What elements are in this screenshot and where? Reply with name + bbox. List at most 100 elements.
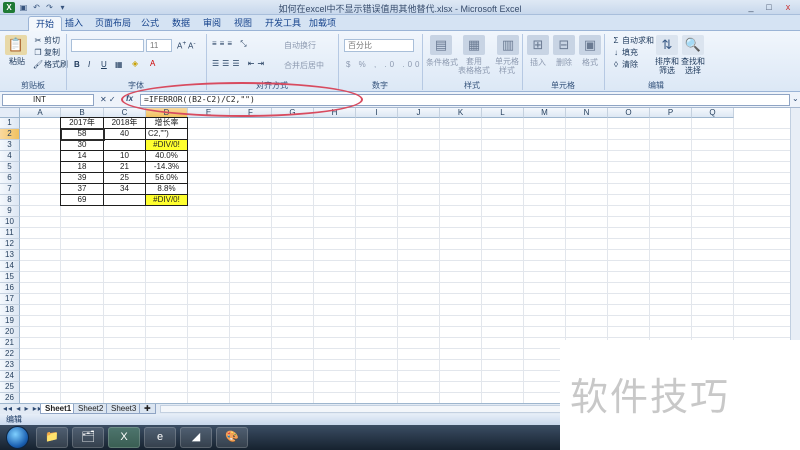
table-cell[interactable]: 37 bbox=[61, 184, 104, 195]
find-select-button[interactable]: 查找和 选择 bbox=[681, 57, 705, 75]
column-header[interactable]: P bbox=[650, 108, 692, 118]
row-header[interactable]: 4 bbox=[0, 151, 20, 162]
font-color-icon[interactable]: A bbox=[150, 59, 155, 68]
row-header[interactable]: 2 bbox=[0, 129, 20, 140]
row-header[interactable]: 19 bbox=[0, 316, 20, 327]
insert-cells-icon[interactable]: ⊞ bbox=[527, 35, 549, 55]
conditional-format-button[interactable]: 条件格式 bbox=[426, 57, 458, 68]
table-cell[interactable]: 30 bbox=[61, 140, 104, 151]
minimize-button[interactable]: _ bbox=[742, 1, 760, 13]
table-cell[interactable]: 8.8% bbox=[146, 184, 188, 195]
row-header[interactable]: 14 bbox=[0, 261, 20, 272]
row-header[interactable]: 15 bbox=[0, 272, 20, 283]
column-header[interactable]: N bbox=[566, 108, 608, 118]
tab-home[interactable]: 开始 bbox=[28, 16, 63, 31]
delete-cells-button[interactable]: 删除 bbox=[556, 57, 572, 68]
row-header[interactable]: 20 bbox=[0, 327, 20, 338]
bold-button[interactable]: B bbox=[74, 60, 80, 69]
row-header[interactable]: 7 bbox=[0, 184, 20, 195]
row-header[interactable]: 6 bbox=[0, 173, 20, 184]
table-cell[interactable]: 21 bbox=[104, 162, 146, 173]
table-cell[interactable]: 40.0% bbox=[146, 151, 188, 162]
row-header[interactable]: 23 bbox=[0, 360, 20, 371]
format-as-table-button[interactable]: 套用 表格格式 bbox=[458, 57, 490, 75]
excel-icon[interactable]: X bbox=[108, 427, 140, 448]
clear-button[interactable]: ◊ 清除 bbox=[610, 59, 638, 70]
name-box[interactable]: INT bbox=[2, 94, 94, 106]
paint-icon[interactable]: 🎨 bbox=[216, 427, 248, 448]
row-header[interactable]: 17 bbox=[0, 294, 20, 305]
table-cell[interactable]: #DIV/0! bbox=[146, 140, 188, 151]
table-cell[interactable]: 2017年 bbox=[61, 118, 104, 129]
close-button[interactable]: x bbox=[779, 1, 797, 13]
sort-filter-icon[interactable]: ⇅ bbox=[656, 35, 678, 55]
ie-icon[interactable]: e bbox=[144, 427, 176, 448]
tab-addins[interactable]: 加载项 bbox=[302, 16, 343, 31]
table-cell[interactable]: 25 bbox=[104, 173, 146, 184]
column-header[interactable]: M bbox=[524, 108, 566, 118]
borders-icon[interactable]: ▦ bbox=[115, 60, 123, 69]
fill-button[interactable]: ↓ 填充 bbox=[610, 47, 638, 58]
row-header[interactable]: 9 bbox=[0, 206, 20, 217]
column-header[interactable]: J bbox=[398, 108, 440, 118]
expand-formula-bar-icon[interactable]: ⌄ bbox=[792, 94, 799, 103]
paste-button[interactable]: 粘贴 bbox=[9, 56, 25, 67]
column-header[interactable]: K bbox=[440, 108, 482, 118]
row-header[interactable]: 11 bbox=[0, 228, 20, 239]
row-header[interactable]: 12 bbox=[0, 239, 20, 250]
cell-styles-icon[interactable]: ▥ bbox=[497, 35, 519, 55]
number-format-icons[interactable]: $ % , .0 .00 bbox=[346, 60, 422, 69]
vertical-align-icons[interactable]: ≡≡≡ ⤡ bbox=[212, 39, 250, 49]
cell-styles-button[interactable]: 单元格 样式 bbox=[495, 57, 519, 75]
tab-view[interactable]: 视图 bbox=[227, 16, 259, 31]
conditional-format-icon[interactable]: ▤ bbox=[430, 35, 452, 55]
table-cell[interactable]: C2,"") bbox=[146, 129, 188, 140]
copy-button[interactable]: ❐ 复制 bbox=[32, 47, 60, 58]
table-cell[interactable]: 56.0% bbox=[146, 173, 188, 184]
tab-page-layout[interactable]: 页面布局 bbox=[88, 16, 138, 31]
select-all-button[interactable] bbox=[0, 108, 20, 118]
table-cell[interactable]: 39 bbox=[61, 173, 104, 184]
row-header[interactable]: 13 bbox=[0, 250, 20, 261]
start-button[interactable] bbox=[6, 426, 29, 449]
autosum-button[interactable]: Σ 自动求和 bbox=[610, 35, 654, 46]
tab-formulas[interactable]: 公式 bbox=[134, 16, 166, 31]
app-icon[interactable]: ◢ bbox=[180, 427, 212, 448]
column-header[interactable]: A bbox=[20, 108, 61, 118]
maximize-button[interactable]: □ bbox=[760, 1, 778, 13]
format-cells-icon[interactable]: ▣ bbox=[579, 35, 601, 55]
column-header[interactable]: I bbox=[356, 108, 398, 118]
table-cell[interactable]: 18 bbox=[61, 162, 104, 173]
row-header[interactable]: 5 bbox=[0, 162, 20, 173]
row-header[interactable]: 24 bbox=[0, 371, 20, 382]
row-header[interactable]: 10 bbox=[0, 217, 20, 228]
table-cell[interactable] bbox=[104, 195, 146, 206]
merge-center-button[interactable]: 合并后居中 bbox=[284, 60, 324, 71]
folder-icon[interactable]: 📁 bbox=[36, 427, 68, 448]
sheet-tab-2[interactable]: Sheet2 bbox=[73, 404, 109, 414]
format-painter-button[interactable]: 🖌格式刷 bbox=[32, 59, 68, 70]
explorer-icon[interactable]: 🗂 bbox=[72, 427, 104, 448]
grow-font-icon[interactable]: A+ A- bbox=[177, 40, 196, 51]
cut-button[interactable]: ✂ 剪切 bbox=[32, 35, 60, 46]
table-cell[interactable]: 40 bbox=[104, 129, 146, 140]
table-cell[interactable]: -14.3% bbox=[146, 162, 188, 173]
fill-color-icon[interactable]: ◈ bbox=[132, 59, 138, 68]
formula-cancel-enter-icons[interactable]: ✕ ✓ bbox=[100, 95, 116, 104]
table-cell[interactable]: 58 bbox=[60, 128, 105, 141]
sort-filter-button[interactable]: 排序和 筛选 bbox=[655, 57, 679, 75]
row-header[interactable]: 21 bbox=[0, 338, 20, 349]
row-header[interactable]: 1 bbox=[0, 118, 20, 129]
row-header[interactable]: 3 bbox=[0, 140, 20, 151]
paste-icon[interactable]: 📋 bbox=[5, 35, 27, 55]
column-header[interactable]: L bbox=[482, 108, 524, 118]
row-header[interactable]: 16 bbox=[0, 283, 20, 294]
italic-button[interactable]: I bbox=[88, 60, 90, 69]
find-select-icon[interactable]: 🔍 bbox=[682, 35, 704, 55]
row-header[interactable]: 25 bbox=[0, 382, 20, 393]
table-cell[interactable]: 34 bbox=[104, 184, 146, 195]
number-format-box[interactable]: 百分比 bbox=[344, 39, 414, 52]
sheet-nav-arrows-icon[interactable]: ◂◂ ◂ ▸ ▸▸ bbox=[3, 404, 43, 413]
tab-review[interactable]: 审阅 bbox=[196, 16, 228, 31]
table-cell[interactable]: #DIV/0! bbox=[146, 195, 188, 206]
